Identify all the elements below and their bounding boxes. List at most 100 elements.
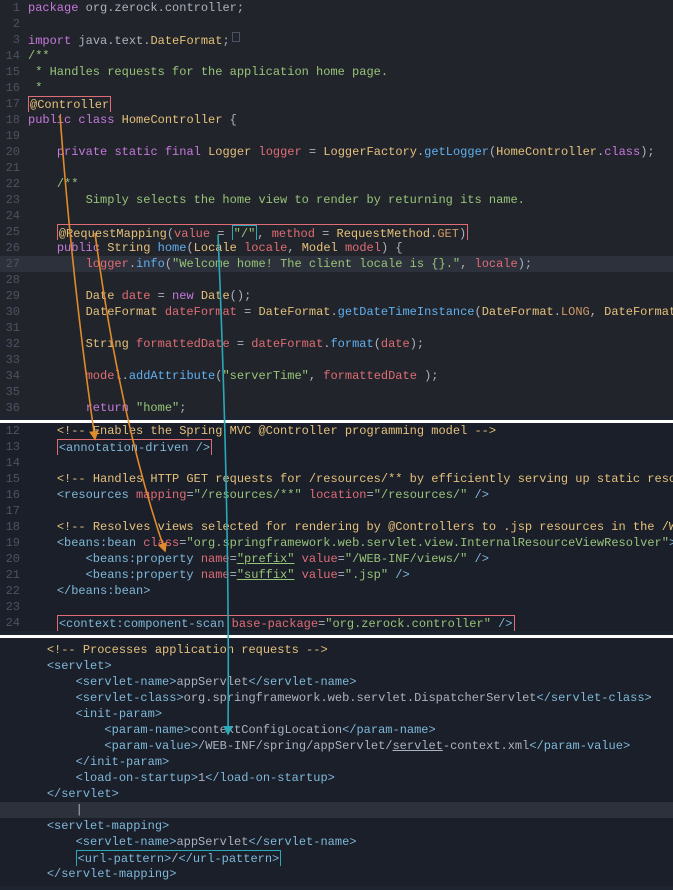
code-line[interactable]: 22 </beans:bean> [0,583,673,599]
code-token: ; [179,401,186,415]
code-line[interactable]: <param-value>/WEB-INF/spring/appServlet/… [0,738,673,754]
code-token: <resources [57,488,136,502]
code-line[interactable]: 29 Date date = new Date(); [0,288,673,304]
code-line[interactable]: 21 [0,160,673,176]
code-line[interactable]: 3import java.text.DateFormat; [0,32,673,48]
code-token: <!-- Enables the Spring MVC @Controller … [57,424,496,438]
code-token: > [669,536,673,550]
code-content: @Controller [28,96,673,112]
code-line[interactable]: 34 model.addAttribute("serverTime", form… [0,368,673,384]
code-token: DateFormat [150,34,222,48]
code-token: ) [459,227,466,240]
code-line[interactable]: 1package org.zerock.controller; [0,0,673,16]
code-line[interactable]: 32 String formattedDate = dateFormat.for… [0,336,673,352]
code-line[interactable]: 23 Simply selects the home view to rende… [0,192,673,208]
code-line[interactable]: 35 [0,384,673,400]
code-line[interactable]: 15 <!-- Handles HTTP GET requests for /r… [0,471,673,487]
code-line[interactable]: <!-- Processes application requests --> [0,642,673,658]
code-content [28,455,673,471]
code-content: <annotation-driven /> [28,439,673,455]
code-line[interactable]: 15 * Handles requests for the applicatio… [0,64,673,80]
code-line[interactable]: </servlet> [0,786,673,802]
code-line[interactable]: 24 <context:component-scan base-package=… [0,615,673,631]
code-line[interactable]: <servlet> [0,658,673,674]
line-number: 30 [0,304,28,320]
code-token: ( [374,337,381,351]
code-token: <param-value> [104,739,198,753]
code-token: "/resources/" [374,488,468,502]
code-line[interactable]: </servlet-mapping> [0,866,673,882]
code-token: org.zerock.controller; [78,1,244,15]
code-line[interactable]: <servlet-name>appServlet</servlet-name> [0,674,673,690]
code-line[interactable]: 14/** [0,48,673,64]
code-token: -context.xml [443,739,529,753]
code-line[interactable]: 24 [0,208,673,224]
code-line[interactable]: <url-pattern>/</url-pattern> [0,850,673,866]
code-content: <beans:property name="suffix" value=".js… [28,567,673,583]
code-token: "Welcome home! The client locale is {}." [172,257,460,271]
code-token: GET [437,227,459,240]
line-number: 21 [0,160,28,176]
line-number: 19 [0,535,28,551]
fold-indicator-icon[interactable] [232,32,240,42]
line-number: 1 [0,0,28,16]
code-line[interactable]: 17@Controller [0,96,673,112]
code-token [237,241,244,255]
code-line[interactable]: 31 [0,320,673,336]
code-line[interactable]: 13 <annotation-driven /> [0,439,673,455]
code-line[interactable]: <param-name>contextConfigLocation</param… [0,722,673,738]
code-token: ); [640,145,654,159]
code-line[interactable]: 36 return "home"; [0,400,673,416]
code-line[interactable]: 12 <!-- Enables the Spring MVC @Controll… [0,423,673,439]
code-line[interactable]: 14 [0,455,673,471]
code-line[interactable]: 30 DateFormat dateFormat = DateFormat.ge… [0,304,673,320]
code-line[interactable]: 16 <resources mapping="/resources/**" lo… [0,487,673,503]
code-token: <param-name> [104,723,190,737]
code-line[interactable]: <servlet-mapping> [0,818,673,834]
code-token: "prefix" [237,552,295,566]
code-line[interactable]: 33 [0,352,673,368]
code-line[interactable]: 19 <beans:bean class="org.springframewor… [0,535,673,551]
code-line[interactable]: 2 [0,16,673,32]
code-content: <servlet-class>org.springframework.web.s… [18,690,673,706]
code-token: <servlet-name> [76,835,177,849]
line-number: 26 [0,240,28,256]
code-token: <!-- Processes application requests --> [47,643,328,657]
code-token: . [330,305,337,319]
code-line[interactable]: 20 <beans:property name="prefix" value="… [0,551,673,567]
code-line[interactable]: 18public class HomeController { [0,112,673,128]
code-line[interactable]: 23 [0,599,673,615]
code-line[interactable]: 28 [0,272,673,288]
code-token: /WEB-INF/spring/appServlet/ [198,739,392,753]
code-token [194,289,201,303]
code-token: <init-param> [76,707,162,721]
code-line[interactable]: 25 @RequestMapping(value = "/", method =… [0,224,673,240]
line-number: 12 [0,423,28,439]
code-line[interactable]: <servlet-class>org.springframework.web.s… [0,690,673,706]
code-token: name [201,552,230,566]
code-token: name [201,568,230,582]
code-line[interactable]: 19 [0,128,673,144]
code-line[interactable]: <servlet-name>appServlet</servlet-name> [0,834,673,850]
code-line[interactable]: 18 <!-- Resolves views selected for rend… [0,519,673,535]
code-line[interactable]: 20 private static final Logger logger = … [0,144,673,160]
code-line[interactable]: <init-param> [0,706,673,722]
code-line[interactable]: 17 [0,503,673,519]
code-line[interactable]: 21 <beans:property name="suffix" value="… [0,567,673,583]
line-number: 3 [0,32,28,48]
code-token: </init-param> [76,755,170,769]
code-line[interactable]: 16 * [0,80,673,96]
code-line[interactable]: <load-on-startup>1</load-on-startup> [0,770,673,786]
code-line[interactable]: </init-param> [0,754,673,770]
code-token: <beans:property [86,568,201,582]
code-line[interactable]: 22 /** [0,176,673,192]
code-token: | [76,803,83,817]
code-token: = [150,289,172,303]
code-line[interactable]: 27 logger.info("Welcome home! The client… [0,256,673,272]
code-token: /** [28,49,50,63]
code-line[interactable]: 26 public String home(Locale locale, Mod… [0,240,673,256]
code-token: <annotation-driven /> [59,441,210,455]
code-line[interactable]: | [0,802,673,818]
code-token: java.text. [71,34,150,48]
line-number: 23 [0,192,28,208]
